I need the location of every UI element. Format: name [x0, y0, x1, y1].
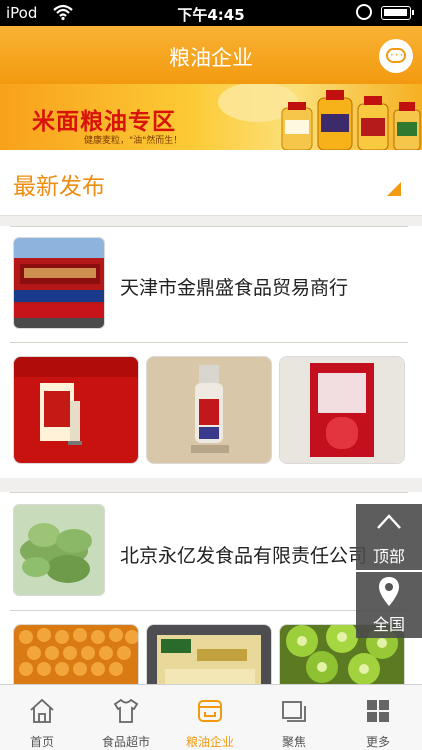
shirt-icon	[113, 698, 139, 723]
page-title: 粮油企业	[169, 46, 253, 70]
tab-food-market[interactable]: 食品超市	[84, 685, 168, 750]
nationwide-label: 全国	[372, 615, 405, 634]
section-title: 最新发布	[13, 174, 105, 200]
tab-home[interactable]: 首页	[0, 685, 84, 750]
company-thumbnail[interactable]	[13, 237, 105, 329]
rotation-lock-icon	[356, 4, 372, 20]
section-header: 最新发布	[0, 150, 422, 216]
location-pin-icon	[379, 577, 399, 606]
banner-products-image	[218, 84, 421, 150]
battery-icon	[381, 6, 414, 20]
tab-grain-oil-companies[interactable]: 粮油企业	[168, 685, 252, 750]
banner-subtitle: 健康麦粒，"油"然而生！	[84, 136, 183, 146]
product-image[interactable]	[279, 356, 405, 464]
back-to-top-label: 顶部	[372, 547, 405, 566]
tab-focus[interactable]: 聚焦	[252, 685, 336, 750]
tab-more[interactable]: 更多	[336, 685, 420, 750]
home-icon	[30, 698, 54, 723]
back-to-top-button[interactable]: 顶部	[356, 504, 422, 570]
promo-banner[interactable]: 米面粮油专区 健康麦粒，"油"然而生！	[0, 84, 422, 150]
grid-icon	[367, 700, 389, 722]
app-header: 粮油企业 ···	[0, 26, 422, 84]
store-icon	[198, 700, 222, 722]
layers-icon	[282, 701, 306, 722]
company-card[interactable]: 天津市金鼎盛食品贸易商行	[0, 226, 422, 478]
succulent-image	[14, 505, 104, 595]
banner-title: 米面粮油专区	[32, 109, 176, 135]
bottom-tab-bar: 首页 食品超市 粮油企业 聚焦 更多	[0, 684, 422, 750]
status-bar: iPod 下午4:45	[0, 0, 422, 26]
corner-triangle-icon	[387, 182, 401, 196]
product-image[interactable]	[13, 356, 139, 464]
nationwide-button[interactable]: 全国	[356, 572, 422, 638]
chevron-up-icon	[377, 514, 401, 529]
company-thumbnail[interactable]	[13, 504, 105, 596]
company-name[interactable]: 天津市金鼎盛食品贸易商行	[120, 273, 382, 300]
message-button[interactable]: ···	[379, 39, 413, 73]
product-image[interactable]	[146, 356, 272, 464]
company-name[interactable]: 北京永亿发食品有限责任公司	[120, 541, 382, 568]
storefront-image	[14, 238, 104, 328]
